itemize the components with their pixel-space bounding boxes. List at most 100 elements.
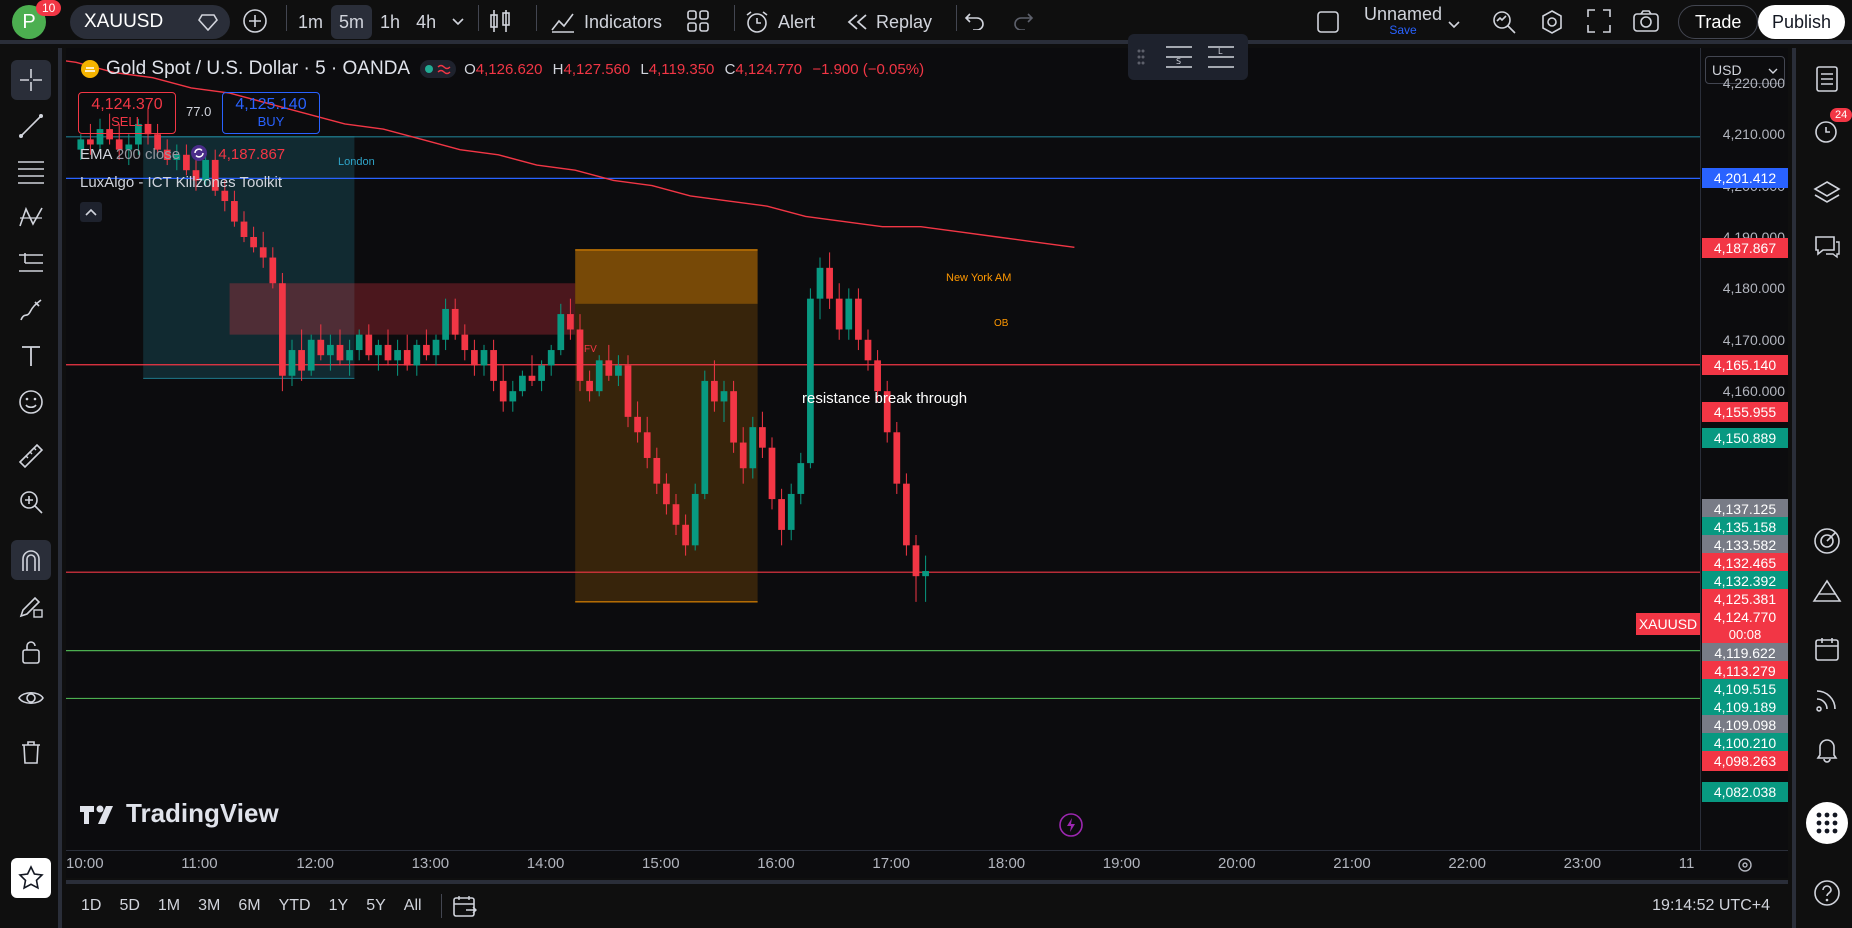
price-label: 4,135.158 xyxy=(1702,516,1788,537)
text-tool[interactable] xyxy=(11,336,51,376)
chats-button[interactable] xyxy=(1808,228,1846,266)
range-ytd[interactable]: YTD xyxy=(270,897,320,915)
chart-type-button[interactable] xyxy=(488,6,512,41)
price-scale[interactable]: USD 4,220.0004,210.0004,200.0004,190.000… xyxy=(1700,48,1788,858)
fullscreen-button[interactable] xyxy=(1586,8,1612,39)
hide-drawings-tool[interactable] xyxy=(11,678,51,718)
interval-dropdown[interactable] xyxy=(444,5,472,39)
candle-body xyxy=(903,483,910,546)
order-block-label: OB xyxy=(994,318,1009,329)
object-tree-button[interactable] xyxy=(1808,174,1846,212)
tradingview-watermark: TradingView xyxy=(80,798,279,829)
sell-button[interactable]: 4,124.370 SELL xyxy=(78,92,176,134)
replay-button[interactable]: Replay xyxy=(838,5,940,39)
svg-text:L: L xyxy=(1218,47,1223,56)
chart-pane[interactable]: Gold Spot / U.S. Dollar · 5 · OANDA O4,1… xyxy=(66,48,1700,858)
undo-button[interactable] xyxy=(964,12,986,35)
magnet-tool[interactable] xyxy=(11,540,51,580)
interval-1m[interactable]: 1m xyxy=(290,5,331,39)
floating-drawing-toolbar[interactable]: S L xyxy=(1128,34,1248,80)
price-label: 4,132.392 xyxy=(1702,570,1788,591)
chevron-down-icon xyxy=(1768,68,1778,74)
streams-button[interactable] xyxy=(1808,572,1846,610)
projection-tool[interactable] xyxy=(11,244,51,284)
candle-body xyxy=(394,350,401,361)
apps-button[interactable] xyxy=(1806,802,1848,844)
trade-button[interactable]: Trade xyxy=(1678,5,1759,39)
indicators-button[interactable]: Indicators xyxy=(542,5,670,39)
quick-search-button[interactable] xyxy=(1490,8,1518,41)
price-label: 4,109.515 xyxy=(1702,678,1788,699)
buy-button[interactable]: 4,125.140 BUY xyxy=(222,92,320,134)
resistance-annotation[interactable]: resistance break through xyxy=(802,390,967,407)
trendline-tool[interactable] xyxy=(11,106,51,146)
settings-button[interactable] xyxy=(1538,8,1566,41)
interval-1h[interactable]: 1h xyxy=(372,5,408,39)
pattern-tool[interactable] xyxy=(11,198,51,238)
news-button[interactable] xyxy=(1808,680,1846,718)
brush-tool[interactable] xyxy=(11,290,51,330)
symbol-search[interactable]: XAUUSD xyxy=(70,5,230,39)
time-scale[interactable]: 10:00 11:00 12:00 13:00 14:00 15:00 16:00 17:00… xyxy=(66,850,1815,878)
time-tick: 19:00 xyxy=(1102,855,1141,872)
time-tick: 10:00 xyxy=(66,855,104,872)
candle-body xyxy=(567,314,574,330)
interval-5m[interactable]: 5m xyxy=(331,5,373,39)
layout-checkbox[interactable] xyxy=(1316,10,1340,39)
settings-gear-icon[interactable] xyxy=(1736,856,1754,874)
calendar-range-icon[interactable] xyxy=(452,894,478,918)
layout-menu-button[interactable] xyxy=(1448,16,1460,34)
zoom-in-icon xyxy=(20,491,43,514)
clock[interactable]: 19:14:52 UTC+4 xyxy=(1652,897,1770,915)
range-5y[interactable]: 5Y xyxy=(357,897,395,915)
candle-body xyxy=(595,360,603,392)
zoom-tool[interactable] xyxy=(11,482,51,522)
buy-price: 4,125.140 xyxy=(235,96,307,113)
fib-tool[interactable] xyxy=(11,152,51,192)
crosshair-tool[interactable] xyxy=(11,60,51,100)
fvg-label: FV xyxy=(584,344,597,355)
range-all[interactable]: All xyxy=(395,897,431,915)
candle-body xyxy=(528,375,536,381)
layouts-button[interactable] xyxy=(686,9,710,38)
snapshot-button[interactable] xyxy=(1632,8,1660,39)
range-3m[interactable]: 3M xyxy=(189,897,229,915)
alert-button[interactable]: Alert xyxy=(736,5,823,39)
price-label: 4,155.955 xyxy=(1702,401,1788,422)
layout-name-button[interactable]: Unnamed Save xyxy=(1358,4,1448,37)
lock-drawings-tool[interactable] xyxy=(11,632,51,672)
collapse-legend-button[interactable] xyxy=(80,202,102,222)
rss-icon xyxy=(1816,690,1836,712)
range-1d[interactable]: 1D xyxy=(72,897,110,915)
range-1y[interactable]: 1Y xyxy=(320,897,358,915)
candle-body xyxy=(480,350,488,366)
range-6m[interactable]: 6M xyxy=(229,897,269,915)
interval-4h[interactable]: 4h xyxy=(408,5,444,39)
watchlist-button[interactable] xyxy=(1808,60,1846,98)
remove-drawings-tool[interactable] xyxy=(11,732,51,772)
notifications-button[interactable] xyxy=(1808,730,1846,768)
emoji-tool[interactable] xyxy=(11,382,51,422)
candle-body xyxy=(547,350,555,366)
ruler-tool[interactable] xyxy=(11,436,51,476)
calendar-button[interactable] xyxy=(1808,630,1846,668)
notification-badge: 10 xyxy=(36,0,62,16)
luxalgo-indicator-legend[interactable]: LuxAlgo - ICT Killzones Toolkit xyxy=(80,174,282,191)
candle-body xyxy=(499,380,507,402)
favorites-tool[interactable] xyxy=(11,858,51,898)
publish-button[interactable]: Publish xyxy=(1758,5,1846,39)
stay-drawing-tool[interactable] xyxy=(11,586,51,626)
compare-symbol-button[interactable] xyxy=(242,8,268,39)
range-5d[interactable]: 5D xyxy=(110,897,148,915)
ideas-button[interactable] xyxy=(1808,522,1846,560)
ema-indicator-legend[interactable]: EMA 200 close 4,187.867 xyxy=(80,144,285,163)
range-1m[interactable]: 1M xyxy=(149,897,189,915)
redo-button[interactable] xyxy=(1012,12,1034,35)
alerts-panel-button[interactable]: 24 xyxy=(1808,108,1852,150)
candle-body xyxy=(346,350,353,361)
symbol-description[interactable]: Gold Spot / U.S. Dollar · 5 · OANDA xyxy=(106,58,410,80)
new-york-session-label: New York AM xyxy=(946,272,1012,284)
lightning-button[interactable] xyxy=(1058,812,1084,843)
time-tick: 15:00 xyxy=(642,855,680,872)
help-button[interactable] xyxy=(1808,874,1846,912)
